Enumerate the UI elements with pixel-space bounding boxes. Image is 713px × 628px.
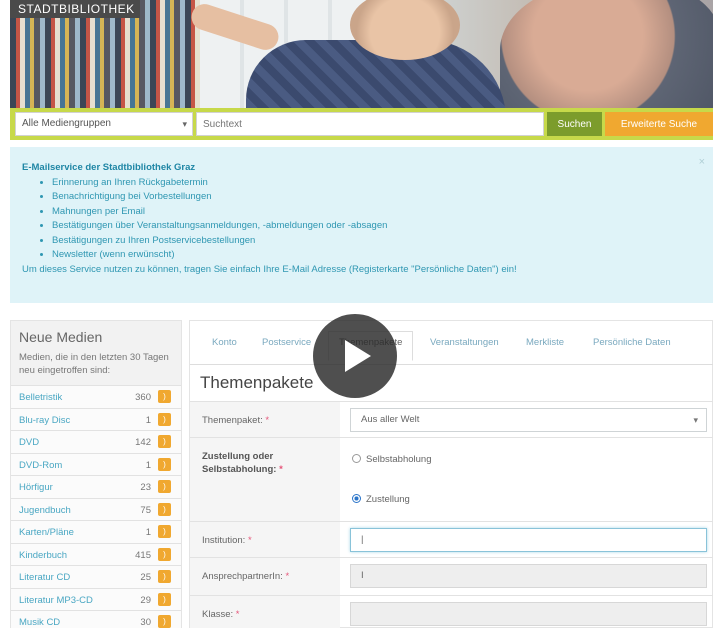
sidebar-item-label[interactable]: Karten/Pläne bbox=[19, 527, 74, 538]
sidebar-item-label[interactable]: Literatur CD bbox=[19, 572, 70, 583]
sidebar-item[interactable]: Jugendbuch 75) bbox=[11, 497, 181, 520]
form-row-klasse: Klasse: * bbox=[190, 595, 713, 628]
sidebar-item-count: 30 bbox=[140, 617, 151, 628]
institution-label: Institution: * bbox=[190, 522, 340, 557]
sidebar-item-count: 75 bbox=[140, 504, 151, 516]
man-image bbox=[500, 0, 713, 108]
sidebar-item[interactable]: Musik CD 30) bbox=[11, 610, 181, 628]
rss-icon[interactable]: ) bbox=[158, 390, 171, 403]
form-row-themenpaket: Themenpaket: * Aus aller Welt ▾ bbox=[190, 401, 713, 437]
sidebar-item-count: 23 bbox=[140, 482, 151, 493]
email-service-info: × E-Mailservice der Stadtbibliothek Graz… bbox=[10, 147, 713, 303]
sidebar-item[interactable]: DVD 142) bbox=[11, 430, 181, 453]
themenpaket-selected: Aus aller Welt bbox=[361, 414, 420, 425]
form-row-institution: Institution: * | bbox=[190, 521, 713, 557]
rss-icon[interactable]: ) bbox=[158, 435, 171, 448]
ansprechpartner-input[interactable]: I bbox=[350, 564, 707, 588]
rss-icon[interactable]: ) bbox=[158, 547, 171, 561]
sidebar-item-label[interactable]: Hörfigur bbox=[19, 482, 53, 493]
sidebar-item-count: 415 bbox=[135, 549, 151, 561]
klasse-label: Klasse: * bbox=[190, 596, 340, 628]
rss-icon[interactable]: ) bbox=[158, 502, 171, 516]
radio-selbstabholung[interactable]: Selbstabholung bbox=[352, 454, 432, 465]
sidebar-item-count: 29 bbox=[140, 594, 151, 606]
tab-veranstaltungen[interactable]: Veranstaltungen bbox=[430, 337, 499, 348]
form-row-ansprechpartner: AnsprechpartnerIn: * I bbox=[190, 557, 713, 595]
account-tabs: Konto Postservice Themenpakete Veranstal… bbox=[190, 321, 713, 365]
tab-konto[interactable]: Konto bbox=[212, 337, 237, 348]
sidebar-item-label[interactable]: Kinderbuch bbox=[19, 550, 67, 561]
page-title: Themenpakete bbox=[200, 373, 314, 392]
info-item: Bestätigungen zu Ihren Postservicebestel… bbox=[52, 234, 701, 249]
advanced-search-button[interactable]: Erweiterte Suche bbox=[605, 112, 713, 136]
search-bar: Alle Mediengruppen ▾ Suchen Erweiterte S… bbox=[10, 108, 713, 140]
sidebar-item-label[interactable]: Belletristik bbox=[19, 392, 62, 403]
info-item: Mahnungen per Email bbox=[52, 205, 701, 220]
chevron-down-icon: ▾ bbox=[182, 119, 187, 129]
form-row-zustellung: Zustellung oder Selbstabholung: * Selbst… bbox=[190, 437, 713, 521]
radio-zustellung[interactable]: Zustellung bbox=[352, 494, 410, 505]
sidebar-item[interactable]: Kinderbuch 415) bbox=[11, 542, 181, 565]
rss-icon[interactable]: ) bbox=[158, 525, 171, 538]
search-input[interactable] bbox=[196, 112, 544, 136]
zustellung-label: Zustellung oder Selbstabholung: * bbox=[190, 438, 340, 521]
sidebar-item-label[interactable]: Literatur MP3-CD bbox=[19, 595, 93, 606]
info-item: Erinnerung an Ihren Rückgabetermin bbox=[52, 176, 701, 191]
sidebar-item-count: 360 bbox=[135, 392, 151, 403]
rss-icon[interactable]: ) bbox=[158, 592, 171, 606]
radio-checked-icon[interactable] bbox=[352, 494, 361, 503]
sidebar-item[interactable]: Hörfigur 23) bbox=[11, 475, 181, 498]
sidebar-description: Medien, die in den letzten 30 Tagen neu … bbox=[19, 352, 169, 376]
sidebar-title: Neue Medien bbox=[19, 329, 103, 345]
play-icon bbox=[345, 340, 371, 372]
info-list: Erinnerung an Ihren Rückgabetermin Benac… bbox=[52, 176, 701, 263]
themenpaket-select[interactable]: Aus aller Welt ▾ bbox=[350, 408, 707, 432]
rss-icon[interactable]: ) bbox=[158, 457, 171, 471]
media-group-selected: Alle Mediengruppen bbox=[22, 118, 111, 129]
media-group-select[interactable]: Alle Mediengruppen ▾ bbox=[15, 112, 193, 136]
institution-input[interactable]: | bbox=[350, 528, 707, 552]
rss-icon[interactable]: ) bbox=[158, 570, 171, 583]
info-item: Newsletter (wenn erwünscht) bbox=[52, 248, 701, 263]
sidebar-item-label[interactable]: Jugendbuch bbox=[19, 505, 71, 516]
sidebar-item-label[interactable]: Musik CD bbox=[19, 617, 60, 628]
info-footer: Um dieses Service nutzen zu können, trag… bbox=[22, 263, 517, 275]
sidebar-item[interactable]: Literatur CD 25) bbox=[11, 565, 181, 588]
sidebar-item[interactable]: Karten/Pläne 1) bbox=[11, 520, 181, 543]
search-button[interactable]: Suchen bbox=[547, 112, 602, 136]
sidebar-item-count: 1 bbox=[145, 527, 151, 538]
info-title: E-Mailservice der Stadtbibliothek Graz bbox=[22, 162, 196, 173]
info-item: Bestätigungen über Veranstaltungsanmeldu… bbox=[52, 219, 701, 234]
sidebar-item-count: 142 bbox=[135, 437, 151, 448]
sidebar-item-count: 1 bbox=[145, 459, 151, 471]
chevron-down-icon: ▾ bbox=[693, 415, 698, 425]
rss-icon[interactable]: ) bbox=[158, 480, 171, 493]
ansprechpartner-label: AnsprechpartnerIn: * bbox=[190, 558, 340, 595]
new-media-list: Belletristik 360) Blu-ray Disc 1) DVD 142) … bbox=[11, 385, 181, 628]
rss-icon[interactable]: ) bbox=[158, 615, 171, 628]
video-play-button[interactable] bbox=[313, 314, 397, 398]
sidebar-item-label[interactable]: Blu-ray Disc bbox=[19, 415, 70, 426]
sidebar-item-count: 25 bbox=[140, 572, 151, 583]
new-media-sidebar: Neue Medien Medien, die in den letzten 3… bbox=[10, 320, 182, 628]
tab-postservice[interactable]: Postservice bbox=[262, 337, 311, 348]
sidebar-item[interactable]: DVD-Rom 1) bbox=[11, 452, 181, 475]
rss-icon[interactable]: ) bbox=[158, 412, 171, 426]
close-icon[interactable]: × bbox=[699, 155, 705, 170]
themenpaket-label: Themenpaket: * bbox=[190, 402, 340, 437]
info-item: Benachrichtigung bei Vorbestellungen bbox=[52, 190, 701, 205]
tab-merkliste[interactable]: Merkliste bbox=[526, 337, 564, 348]
site-logo[interactable]: STADTBIBLIOTHEK bbox=[10, 0, 140, 18]
sidebar-item-label[interactable]: DVD-Rom bbox=[19, 460, 62, 471]
sidebar-item[interactable]: Blu-ray Disc 1) bbox=[11, 407, 181, 430]
klasse-input[interactable] bbox=[350, 602, 707, 626]
radio-unchecked-icon[interactable] bbox=[352, 454, 361, 463]
account-panel: Konto Postservice Themenpakete Veranstal… bbox=[189, 320, 713, 628]
sidebar-item-count: 1 bbox=[145, 414, 151, 426]
sidebar-item[interactable]: Belletristik 360) bbox=[11, 385, 181, 408]
sidebar-item[interactable]: Literatur MP3-CD 29) bbox=[11, 587, 181, 610]
sidebar-item-label[interactable]: DVD bbox=[19, 437, 39, 448]
tab-persoenliche-daten[interactable]: Persönliche Daten bbox=[593, 337, 671, 348]
